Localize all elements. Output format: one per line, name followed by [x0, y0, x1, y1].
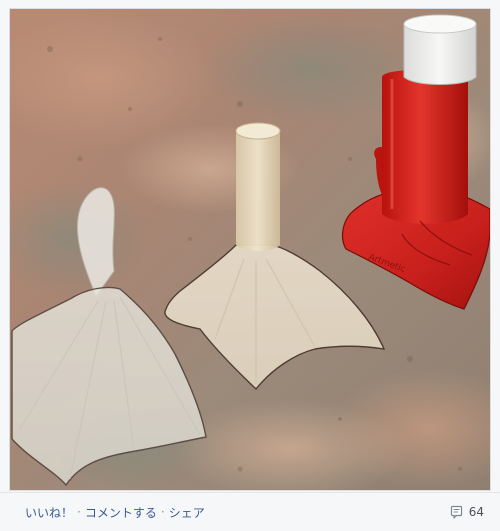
action-separator: · — [160, 505, 165, 519]
comment-count-number: 64 — [468, 505, 484, 519]
photo-illustration: Artmetic — [10, 9, 490, 490]
comment-link[interactable]: コメントする — [85, 504, 157, 521]
post-photo[interactable]: Artmetic — [9, 8, 491, 491]
facebook-post-card: Artmetic いいね！ · コメントする · シェア 64 — [0, 0, 500, 531]
share-link[interactable]: シェア — [169, 504, 205, 521]
like-link[interactable]: いいね！ — [25, 504, 73, 521]
comment-count[interactable]: 64 — [450, 505, 484, 519]
action-separator: · — [77, 505, 81, 519]
post-action-bar: いいね！ · コメントする · シェア 64 — [0, 492, 500, 531]
comment-bubble-icon — [450, 505, 464, 519]
post-actions: いいね！ · コメントする · シェア — [25, 504, 205, 521]
